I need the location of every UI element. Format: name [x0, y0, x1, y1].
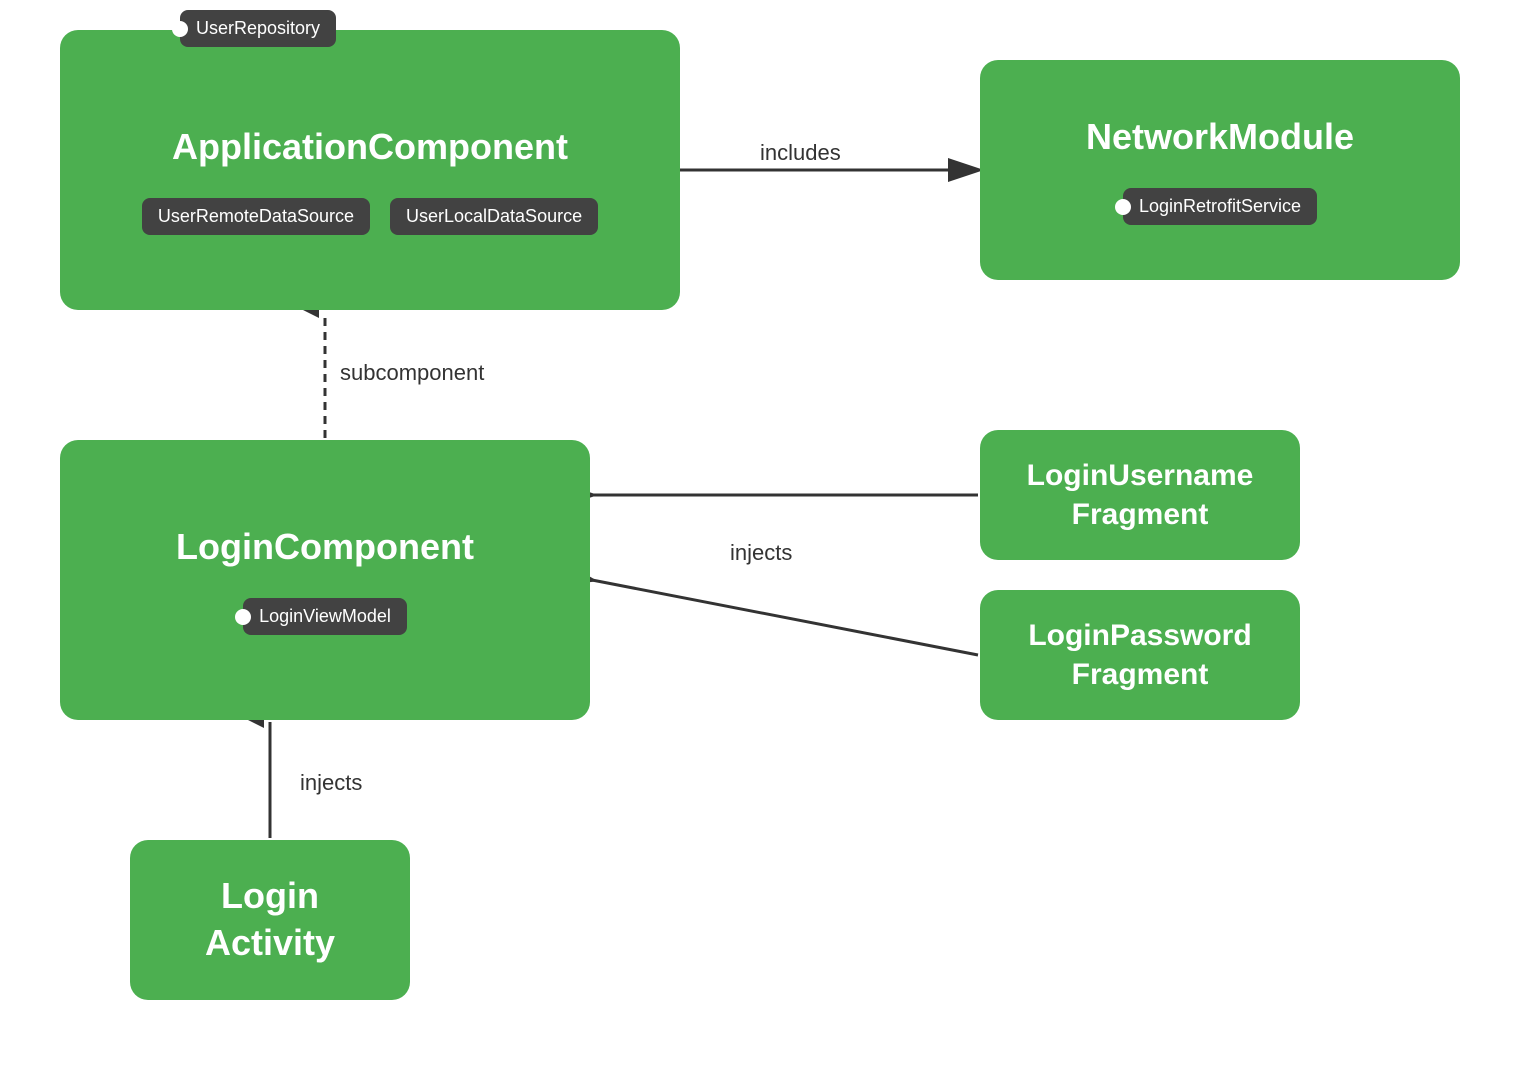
login-activity-label: LoginActivity: [205, 873, 335, 967]
login-password-fragment-box: LoginPasswordFragment: [980, 590, 1300, 720]
user-remote-datasource-chip: UserRemoteDataSource: [142, 198, 370, 235]
application-component-box: UserRepository ApplicationComponent User…: [60, 30, 680, 310]
login-component-box: LoginComponent LoginViewModel: [60, 440, 590, 720]
user-repository-chip: UserRepository: [180, 10, 336, 47]
chip-dot-login: [235, 609, 251, 625]
user-local-datasource-chip: UserLocalDataSource: [390, 198, 598, 235]
chip-dot: [172, 21, 188, 37]
login-username-fragment-label: LoginUsernameFragment: [1027, 456, 1254, 534]
application-component-label: ApplicationComponent: [172, 125, 568, 168]
chip-dot-network: [1115, 199, 1131, 215]
network-module-box: NetworkModule LoginRetrofitService: [980, 60, 1460, 280]
diagram-container: UserRepository ApplicationComponent User…: [0, 0, 1535, 1068]
injects-bottom-label: injects: [300, 770, 362, 796]
login-retrofit-service-chip: LoginRetrofitService: [1123, 188, 1317, 225]
login-component-label: LoginComponent: [176, 525, 474, 568]
login-viewmodel-chip: LoginViewModel: [243, 598, 407, 635]
network-module-label: NetworkModule: [1086, 115, 1354, 158]
login-username-fragment-box: LoginUsernameFragment: [980, 430, 1300, 560]
injects-right-label: injects: [730, 540, 792, 566]
includes-label: includes: [760, 140, 841, 166]
login-password-fragment-label: LoginPasswordFragment: [1028, 616, 1251, 694]
subcomponent-label: subcomponent: [340, 360, 484, 386]
login-activity-box: LoginActivity: [130, 840, 410, 1000]
